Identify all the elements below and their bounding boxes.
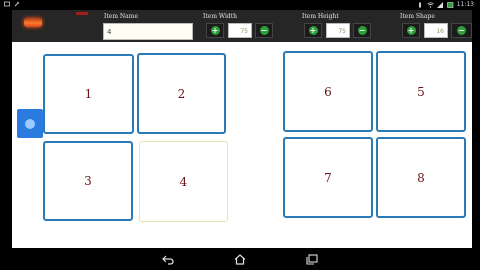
minus-icon: −	[259, 26, 269, 35]
battery-icon	[446, 1, 454, 8]
item-width-plus-button[interactable]: +	[206, 23, 224, 38]
item-width-input[interactable]: 75	[228, 23, 252, 38]
home-icon	[234, 250, 246, 269]
status-bar: 11:13	[0, 0, 480, 10]
tile-label: 3	[84, 174, 92, 188]
minus-icon: −	[457, 26, 466, 35]
item-width-label: Item Width	[203, 13, 238, 20]
item-shape-label: Item Shape	[400, 13, 435, 20]
tile-7[interactable]: 7	[283, 137, 373, 218]
notification-icon	[4, 1, 10, 7]
plus-icon: +	[308, 26, 318, 35]
red-marker	[76, 12, 88, 15]
recent-apps-button[interactable]	[304, 252, 320, 266]
tile-label: 1	[84, 87, 93, 101]
tile-label: 5	[417, 84, 425, 99]
drag-handle[interactable]	[17, 109, 43, 138]
app-logo	[24, 18, 42, 27]
item-name-label: Item Name	[104, 13, 138, 20]
item-width-minus-button[interactable]: −	[255, 23, 273, 38]
navigation-bar	[0, 248, 480, 270]
tile-2[interactable]: 2	[137, 53, 226, 134]
tile-4[interactable]: 4	[139, 141, 228, 222]
wrench-icon	[14, 1, 20, 7]
plus-icon: +	[210, 26, 220, 35]
tile-1[interactable]: 1	[43, 54, 134, 134]
tile-label: 6	[324, 84, 332, 99]
item-shape-plus-button[interactable]: +	[402, 23, 420, 38]
layout-canvas: 1 2 3 4 6 5 7 8	[12, 42, 472, 248]
status-time: 11:13	[456, 1, 474, 8]
minus-icon: −	[357, 26, 367, 35]
tile-label: 2	[177, 86, 186, 101]
signal-icon	[436, 1, 443, 8]
tile-label: 4	[179, 174, 188, 189]
tile-label: 7	[324, 170, 332, 185]
tile-6[interactable]: 6	[283, 51, 373, 132]
recent-apps-icon	[306, 250, 318, 269]
item-name-input[interactable]: 4	[103, 23, 193, 40]
item-height-minus-button[interactable]: −	[353, 23, 371, 38]
item-height-label: Item Height	[302, 13, 339, 20]
handle-dot-icon	[25, 118, 35, 129]
tile-5[interactable]: 5	[376, 51, 466, 132]
app-window: Item Name 4 Item Width + 75 − Item Heigh…	[12, 10, 472, 248]
plus-icon: +	[406, 26, 416, 35]
tile-8[interactable]: 8	[376, 137, 466, 218]
item-shape-input[interactable]: 16	[424, 23, 448, 38]
toolbar: Item Name 4 Item Width + 75 − Item Heigh…	[12, 10, 472, 42]
back-button[interactable]	[160, 252, 176, 266]
item-shape-minus-button[interactable]: −	[451, 23, 472, 38]
tile-label: 8	[417, 170, 425, 185]
wifi-icon	[426, 1, 434, 8]
home-button[interactable]	[232, 252, 248, 266]
item-height-input[interactable]: 75	[326, 23, 350, 38]
tile-3[interactable]: 3	[43, 141, 133, 221]
vibrate-icon	[417, 2, 423, 8]
item-height-plus-button[interactable]: +	[304, 23, 322, 38]
back-icon	[162, 250, 174, 269]
